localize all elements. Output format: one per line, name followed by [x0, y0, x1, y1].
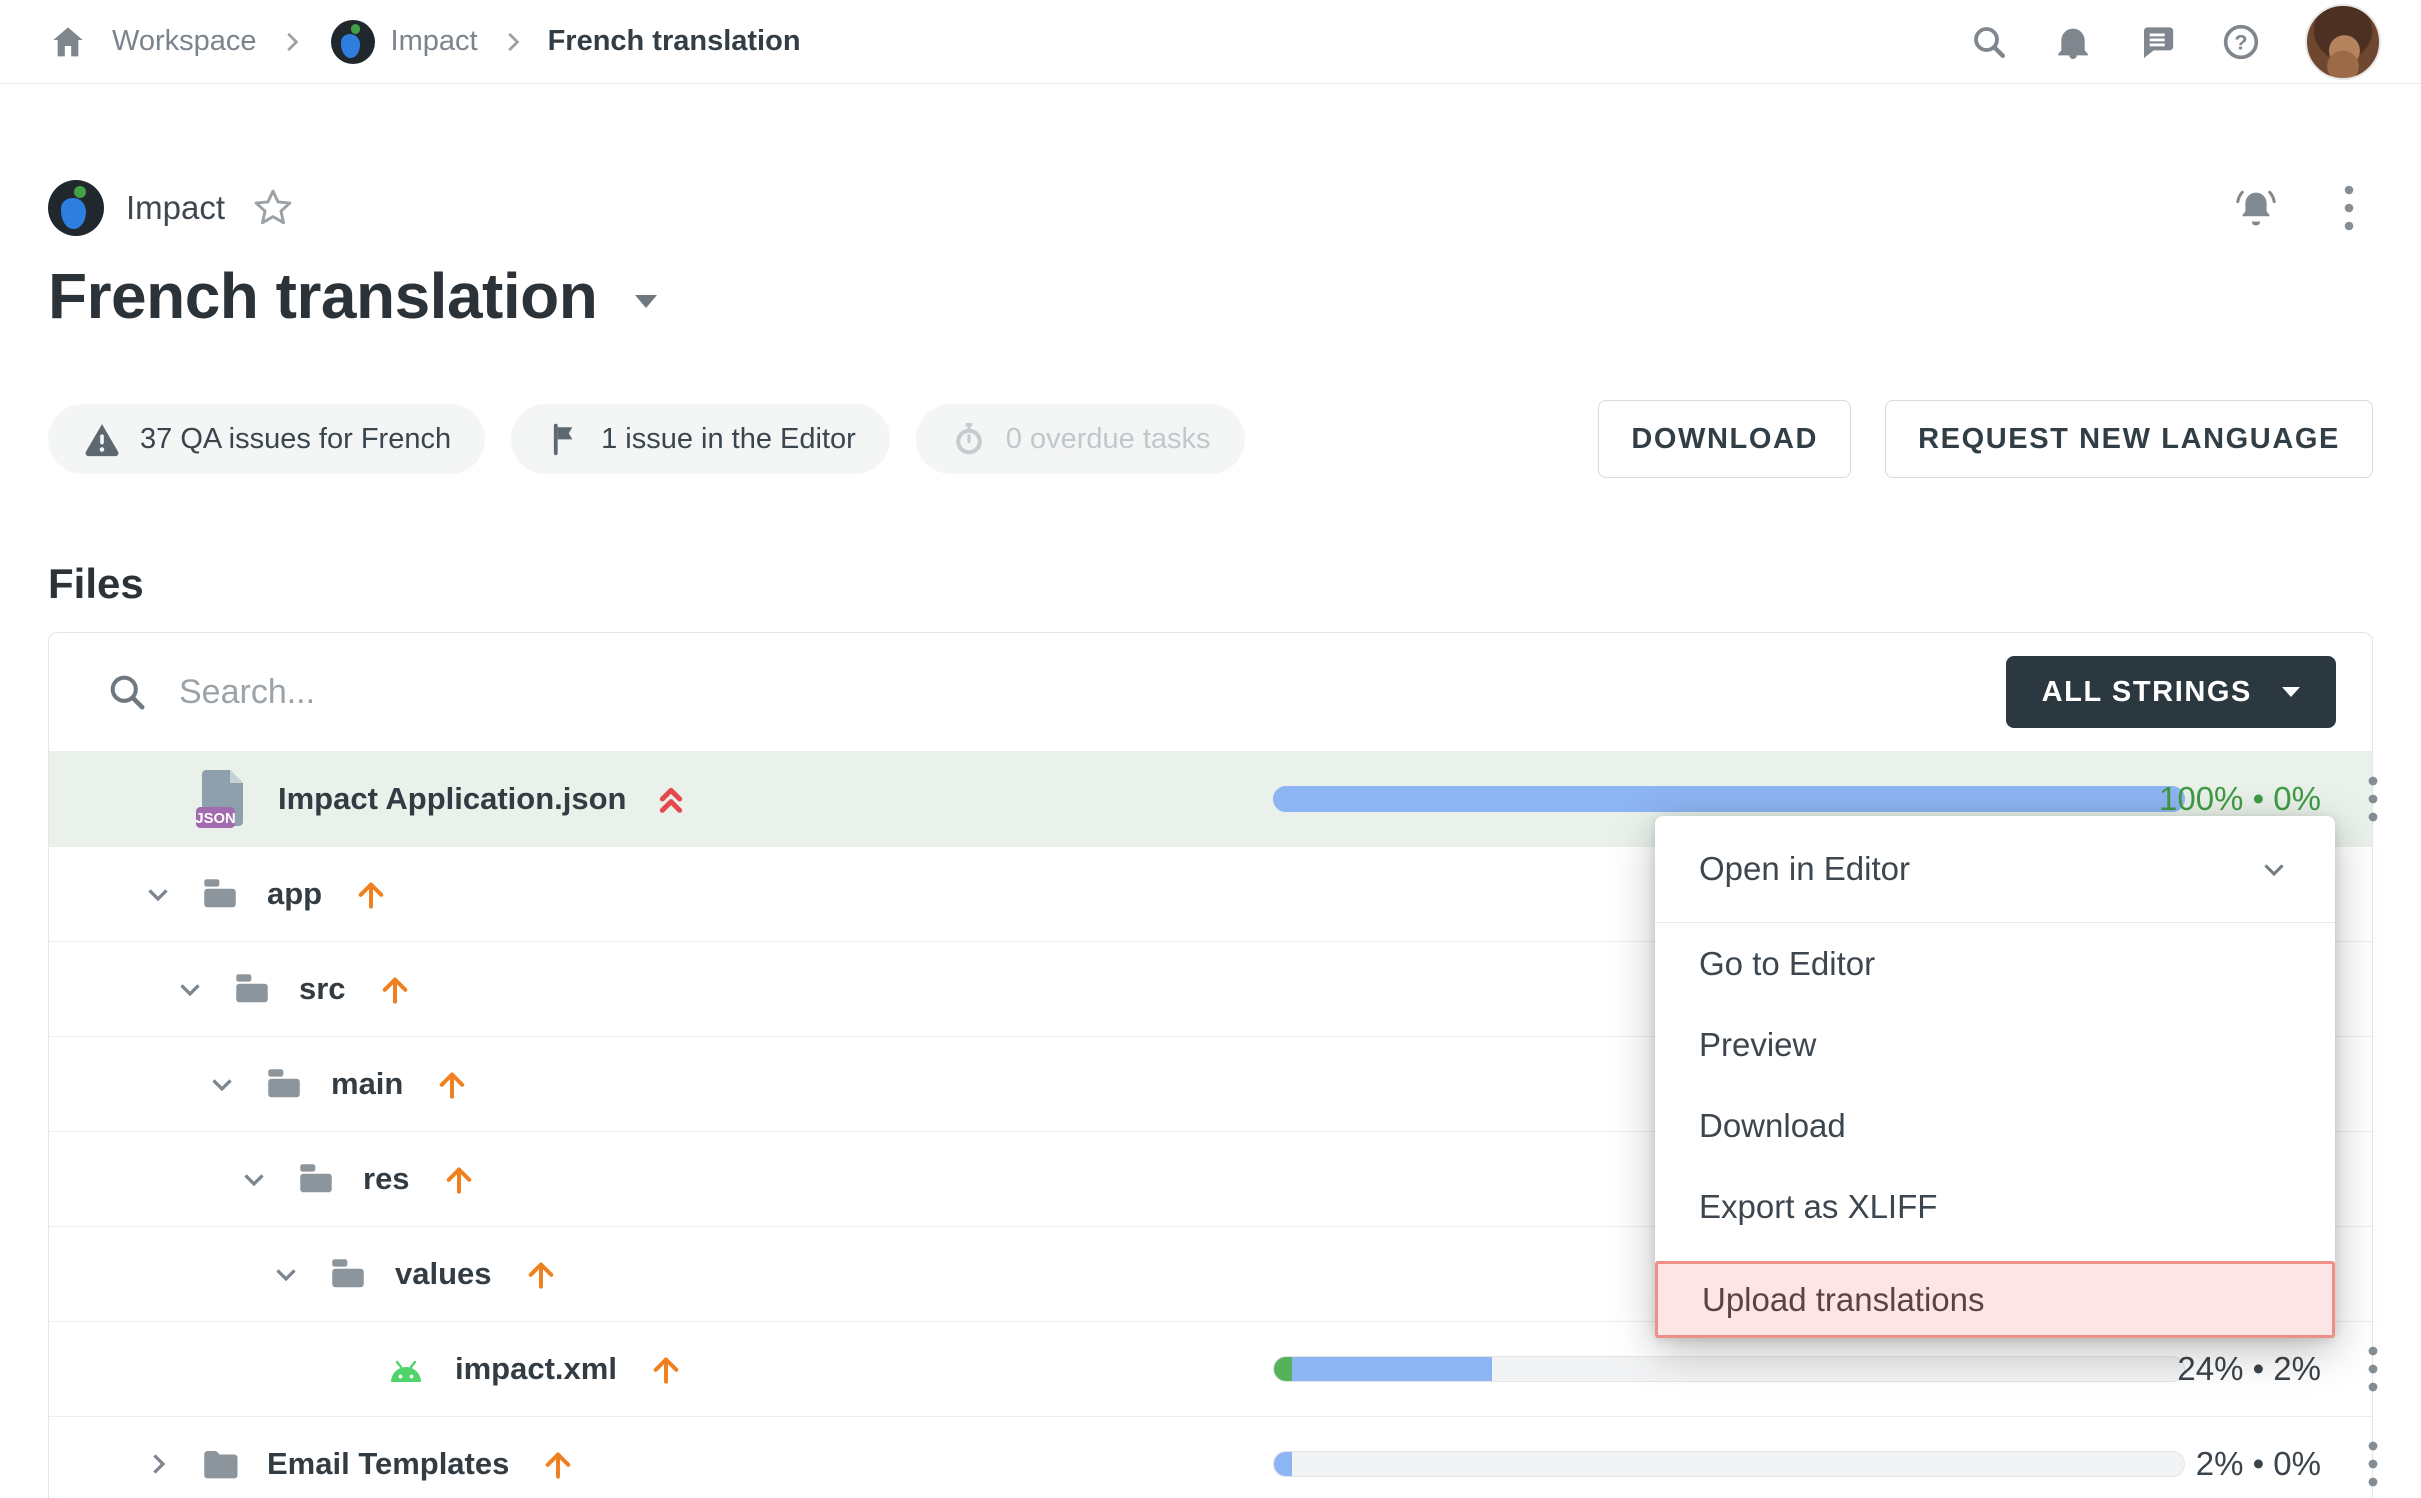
search-input[interactable] [179, 673, 2006, 712]
android-file-icon [383, 1353, 429, 1386]
chevron-down-icon [2257, 852, 2291, 886]
row-label: app [267, 876, 322, 912]
menu-item-go-to-editor[interactable]: Go to Editor [1655, 923, 2335, 1004]
tree-row-folder-email-templates[interactable]: Email Templates 2% • 0% [49, 1416, 2372, 1498]
chevron-right-icon [498, 27, 528, 57]
menu-header-label: Open in Editor [1699, 850, 1910, 888]
page: Workspace Impact French translation [0, 0, 2421, 1498]
chip-label: 1 issue in the Editor [601, 423, 856, 456]
folder-open-icon [199, 873, 241, 915]
chip-label: 0 overdue tasks [1006, 423, 1211, 456]
chevron-right-icon [277, 27, 307, 57]
chevron-down-icon[interactable] [173, 972, 207, 1006]
qa-issues-chip[interactable]: 37 QA issues for French [48, 404, 485, 474]
json-file-icon: JSON [194, 767, 252, 831]
progress-percent: 2% • 0% [2129, 1445, 2321, 1483]
breadcrumb-current-page: French translation [548, 25, 801, 58]
upload-arrow-icon [522, 1255, 560, 1293]
breadcrumb-workspace[interactable]: Workspace [112, 25, 257, 58]
menu-item-preview[interactable]: Preview [1655, 1004, 2335, 1085]
project-name: Impact [126, 189, 225, 227]
warning-icon [82, 419, 122, 459]
download-button[interactable]: DOWNLOAD [1598, 400, 1851, 478]
overdue-tasks-chip: 0 overdue tasks [916, 404, 1245, 474]
upload-arrow-icon [376, 970, 414, 1008]
files-heading: Files [48, 560, 2421, 608]
row-label: main [331, 1066, 403, 1102]
kebab-menu-icon[interactable] [2367, 773, 2379, 825]
menu-items: Go to EditorPreviewDownloadExport as XLI… [1655, 923, 2335, 1338]
progress-bar [1273, 1356, 2185, 1382]
page-title: French translation [48, 256, 597, 336]
chevron-down-icon [2282, 687, 2300, 697]
search-icon[interactable] [1969, 22, 2009, 62]
menu-item-download[interactable]: Download [1655, 1085, 2335, 1166]
topbar-actions: ? [1969, 4, 2381, 80]
row-label: Email Templates [267, 1446, 509, 1482]
chevron-right-icon[interactable] [141, 1447, 175, 1481]
kebab-menu-icon[interactable] [2367, 1343, 2379, 1395]
timer-icon [950, 420, 988, 458]
chevron-down-icon[interactable] [141, 877, 175, 911]
flag-icon [545, 420, 583, 458]
progress-bar [1273, 786, 2185, 812]
folder-open-icon [327, 1253, 369, 1295]
svg-text:JSON: JSON [195, 811, 235, 827]
filter-button-label: ALL STRINGS [2042, 676, 2252, 709]
file-context-menu: Open in Editor Go to EditorPreviewDownlo… [1655, 816, 2335, 1338]
files-search-row: ALL STRINGS [49, 633, 2372, 751]
upload-arrow-icon [647, 1350, 685, 1388]
upload-arrow-icon [440, 1160, 478, 1198]
chip-label: 37 QA issues for French [140, 423, 451, 456]
progress-percent: 100% • 0% [2129, 780, 2321, 818]
help-icon[interactable]: ? [2221, 22, 2261, 62]
chevron-down-icon[interactable] [205, 1067, 239, 1101]
row-label: src [299, 971, 346, 1007]
menu-item-open-in-editor[interactable]: Open in Editor [1655, 816, 2335, 922]
row-label: res [363, 1161, 410, 1197]
menu-item-upload-translations[interactable]: Upload translations [1655, 1261, 2335, 1338]
upload-arrow-icon [539, 1445, 577, 1483]
home-button[interactable] [48, 22, 88, 62]
chevron-down-icon[interactable] [237, 1162, 271, 1196]
menu-item-export-as-xliff[interactable]: Export as XLIFF [1655, 1166, 2335, 1247]
status-chips: 37 QA issues for French 1 issue in the E… [48, 404, 1245, 474]
progress-percent: 24% • 2% [2129, 1350, 2321, 1388]
subscribe-bell-icon[interactable] [2233, 185, 2279, 231]
row-label: values [395, 1256, 492, 1292]
editor-issues-chip[interactable]: 1 issue in the Editor [511, 404, 890, 474]
request-new-language-button[interactable]: REQUEST NEW LANGUAGE [1885, 400, 2373, 478]
favorite-star-icon[interactable] [251, 186, 295, 230]
kebab-menu-icon[interactable] [2367, 1438, 2379, 1490]
upload-arrow-icon [433, 1065, 471, 1103]
upload-arrow-icon [352, 875, 390, 913]
project-logo [48, 180, 104, 236]
folder-open-icon [263, 1063, 305, 1105]
home-icon [48, 22, 88, 62]
chat-icon[interactable] [2137, 22, 2177, 62]
project-actions: DOWNLOAD REQUEST NEW LANGUAGE [1598, 400, 2373, 478]
updated-double-chevron-up-icon [651, 779, 691, 819]
project-kebab-menu-icon[interactable] [2343, 184, 2355, 232]
row-label: Impact Application.json [278, 781, 627, 817]
folder-open-icon [295, 1158, 337, 1200]
svg-text:?: ? [2234, 29, 2247, 54]
all-strings-filter-button[interactable]: ALL STRINGS [2006, 656, 2336, 728]
row-label: impact.xml [455, 1351, 617, 1387]
notifications-bell-icon[interactable] [2053, 22, 2093, 62]
top-nav: Workspace Impact French translation [0, 0, 2421, 84]
search-icon [105, 670, 149, 714]
chevron-down-icon[interactable] [269, 1257, 303, 1291]
project-header: Impact French translation [0, 180, 2421, 478]
folder-icon [199, 1443, 241, 1485]
folder-open-icon [231, 968, 273, 1010]
project-logo[interactable] [331, 20, 375, 64]
breadcrumb-project[interactable]: Impact [391, 25, 478, 58]
user-avatar[interactable] [2305, 4, 2381, 80]
title-dropdown-chevron-icon[interactable] [635, 295, 657, 308]
progress-bar [1273, 1451, 2185, 1477]
